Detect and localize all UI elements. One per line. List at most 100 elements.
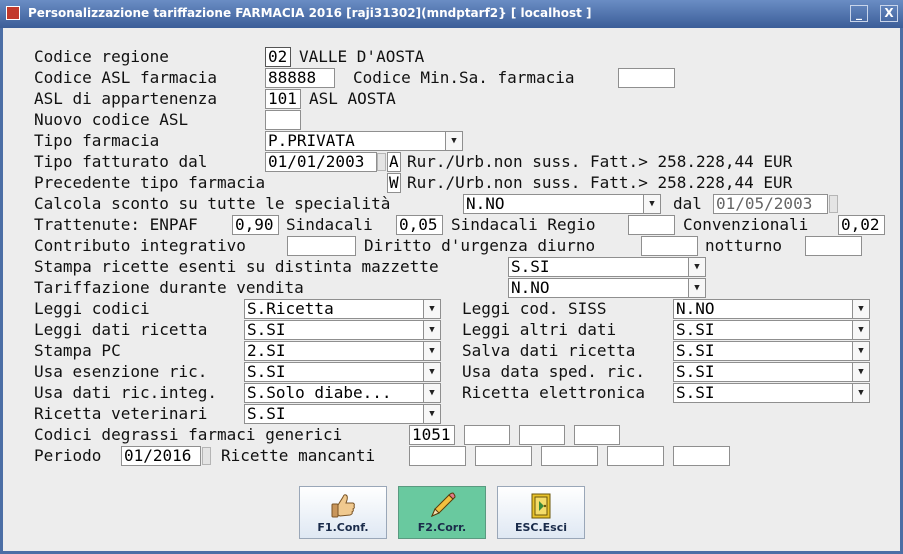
leggi-siss-select[interactable]: N.NO ▼: [673, 299, 870, 319]
sindacali-regio-field[interactable]: [628, 215, 675, 235]
leggi-dati-ricetta-value: S.SI: [247, 320, 286, 339]
ricette-mancanti-field[interactable]: [409, 446, 466, 466]
salva-dati-select[interactable]: S.SI ▼: [673, 341, 870, 361]
calcola-sconto-label: Calcola sconto su tutte le specialità: [34, 194, 391, 213]
exit-button[interactable]: ESC.Esci: [497, 486, 585, 539]
periodo-field[interactable]: 01/2016: [121, 446, 201, 466]
salva-dati-value: S.SI: [676, 341, 715, 360]
calcola-sconto-dal-field[interactable]: 01/05/2003: [713, 194, 828, 214]
chevron-down-icon[interactable]: ▼: [852, 363, 869, 381]
sindacali-regio-label: Sindacali Regio: [451, 215, 596, 234]
ricetta-elettronica-select[interactable]: S.SI ▼: [673, 383, 870, 403]
chevron-down-icon[interactable]: ▼: [423, 405, 440, 423]
chevron-down-icon[interactable]: ▼: [852, 321, 869, 339]
contributo-label: Contributo integrativo: [34, 236, 246, 255]
diritto-urgenza-label: Diritto d'urgenza diurno: [364, 236, 596, 255]
nuovo-codice-asl-field[interactable]: [265, 110, 301, 130]
codice-degrassi-field[interactable]: [519, 425, 565, 445]
leggi-altri-dati-select[interactable]: S.SI ▼: [673, 320, 870, 340]
tipo-farmacia-select[interactable]: P.PRIVATA ▼: [265, 131, 463, 151]
codice-minsa-field[interactable]: [618, 68, 675, 88]
stampa-pc-select[interactable]: 2.SI ▼: [244, 341, 441, 361]
date-spinner[interactable]: [202, 447, 211, 465]
app-icon: [6, 6, 20, 20]
date-spinner[interactable]: [829, 195, 838, 213]
ricette-mancanti-field[interactable]: [607, 446, 664, 466]
ricette-mancanti-field[interactable]: [475, 446, 532, 466]
asl-appartenenza-field[interactable]: 101: [265, 89, 301, 109]
stampa-esenti-value: S.SI: [511, 257, 550, 276]
correct-button[interactable]: F2.Corr.: [398, 486, 486, 539]
codice-regione-field[interactable]: 02: [265, 47, 291, 67]
enpaf-field[interactable]: 0,90: [232, 215, 279, 235]
usa-dati-integ-value: S.Solo diabe...: [247, 383, 392, 402]
notturno-field[interactable]: [805, 236, 862, 256]
ricetta-elettronica-label: Ricetta elettronica: [462, 383, 646, 402]
chevron-down-icon[interactable]: ▼: [423, 300, 440, 318]
close-button[interactable]: X: [880, 5, 898, 22]
usa-dati-integ-label: Usa dati ric.integ.: [34, 383, 218, 402]
chevron-down-icon[interactable]: ▼: [423, 363, 440, 381]
tariffazione-vendita-select[interactable]: N.NO ▼: [508, 278, 706, 298]
tipo-farmacia-value: P.PRIVATA: [268, 131, 355, 150]
chevron-down-icon[interactable]: ▼: [423, 342, 440, 360]
nuovo-codice-asl-label: Nuovo codice ASL: [34, 110, 189, 129]
tipo-fatturato-label: Tipo fatturato dal: [34, 152, 208, 171]
trattenute-label: Trattenute: ENPAF: [34, 215, 198, 234]
chevron-down-icon[interactable]: ▼: [423, 321, 440, 339]
confirm-button-label: F1.Conf.: [317, 521, 369, 534]
leggi-altri-dati-label: Leggi altri dati: [462, 320, 617, 339]
chevron-down-icon[interactable]: ▼: [688, 258, 705, 276]
chevron-down-icon[interactable]: ▼: [852, 384, 869, 402]
leggi-dati-ricetta-select[interactable]: S.SI ▼: [244, 320, 441, 340]
ricette-mancanti-field[interactable]: [541, 446, 598, 466]
stampa-esenti-label: Stampa ricette esenti su distinta mazzet…: [34, 257, 439, 276]
codice-asl-field[interactable]: 88888: [265, 68, 335, 88]
convenzionali-field[interactable]: 0,02: [838, 215, 885, 235]
chevron-down-icon[interactable]: ▼: [643, 195, 660, 213]
diurno-field[interactable]: [641, 236, 698, 256]
stampa-pc-label: Stampa PC: [34, 341, 121, 360]
usa-esenzione-select[interactable]: S.SI ▼: [244, 362, 441, 382]
chevron-down-icon[interactable]: ▼: [423, 384, 440, 402]
stampa-pc-value: 2.SI: [247, 341, 286, 360]
usa-dati-integ-select[interactable]: S.Solo diabe... ▼: [244, 383, 441, 403]
chevron-down-icon[interactable]: ▼: [852, 342, 869, 360]
usa-data-sped-select[interactable]: S.SI ▼: [673, 362, 870, 382]
leggi-codici-label: Leggi codici: [34, 299, 150, 318]
codice-regione-name: VALLE D'AOSTA: [299, 47, 425, 66]
calcola-sconto-dal-label: dal: [673, 194, 702, 213]
asl-appartenenza-name: ASL AOSTA: [309, 89, 396, 108]
precedente-tipo-desc: Rur./Urb.non suss. Fatt.> 258.228,44 EUR: [407, 173, 793, 192]
sindacali-field[interactable]: 0,05: [396, 215, 443, 235]
calcola-sconto-select[interactable]: N.NO ▼: [463, 194, 661, 214]
tipo-fatturato-date[interactable]: 01/01/2003: [265, 152, 377, 172]
stampa-esenti-select[interactable]: S.SI ▼: [508, 257, 706, 277]
ricetta-elettronica-value: S.SI: [676, 383, 715, 402]
chevron-down-icon[interactable]: ▼: [852, 300, 869, 318]
codice-degrassi-field[interactable]: [464, 425, 510, 445]
ricetta-veterinari-value: S.SI: [247, 404, 286, 423]
leggi-codici-select[interactable]: S.Ricetta ▼: [244, 299, 441, 319]
window-titlebar: Personalizzazione tariffazione FARMACIA …: [0, 0, 903, 28]
leggi-siss-label: Leggi cod. SISS: [462, 299, 607, 318]
contributo-field[interactable]: [287, 236, 356, 256]
minimize-button[interactable]: _: [850, 5, 868, 22]
confirm-button[interactable]: F1.Conf.: [299, 486, 387, 539]
chevron-down-icon[interactable]: ▼: [688, 279, 705, 297]
form-panel: Codice regione 02 VALLE D'AOSTA Codice A…: [3, 28, 900, 551]
leggi-siss-value: N.NO: [676, 299, 715, 318]
leggi-codici-value: S.Ricetta: [247, 299, 334, 318]
date-spinner[interactable]: [377, 153, 386, 171]
ricette-mancanti-field[interactable]: [673, 446, 730, 466]
codice-degrassi-field[interactable]: 1051: [409, 425, 455, 445]
precedente-tipo-code[interactable]: W: [387, 173, 401, 193]
tipo-fatturato-code[interactable]: A: [387, 152, 401, 172]
codice-degrassi-field[interactable]: [574, 425, 620, 445]
tariffazione-vendita-value: N.NO: [511, 278, 550, 297]
convenzionali-label: Convenzionali: [683, 215, 809, 234]
chevron-down-icon[interactable]: ▼: [445, 132, 462, 150]
asl-appartenenza-label: ASL di appartenenza: [34, 89, 218, 108]
correct-button-label: F2.Corr.: [417, 521, 467, 534]
ricetta-veterinari-select[interactable]: S.SI ▼: [244, 404, 441, 424]
